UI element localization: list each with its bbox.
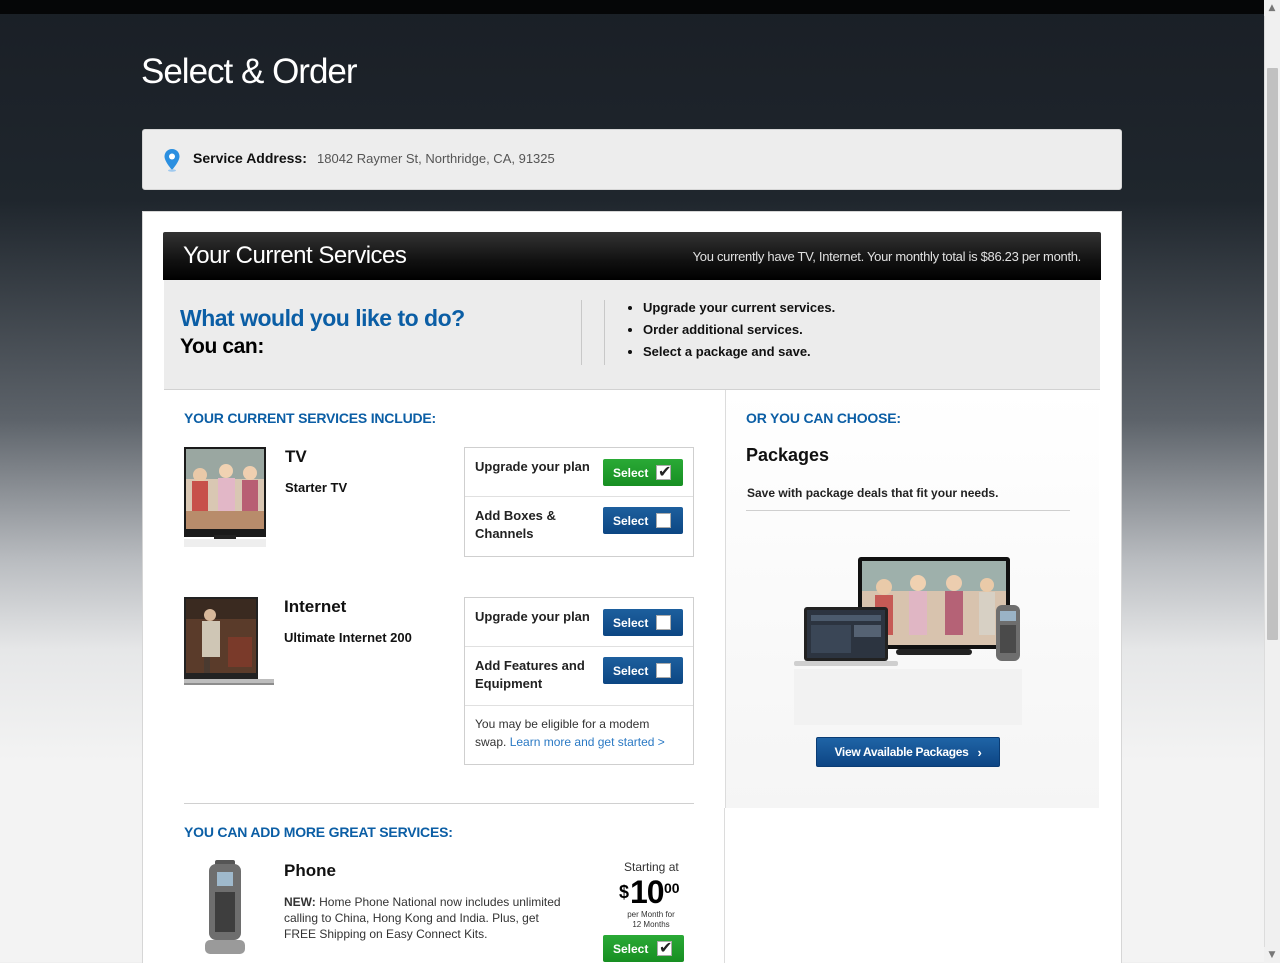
option-item: Order additional services.: [643, 322, 835, 337]
scrollbar[interactable]: ▲ ▼: [1264, 0, 1280, 963]
select-label: Select: [613, 465, 649, 480]
current-services-header: Your Current Services You currently have…: [163, 232, 1101, 280]
you-can-label: You can:: [180, 335, 264, 358]
current-services-heading: YOUR CURRENT SERVICES INCLUDE:: [184, 410, 436, 426]
price-term: per Month for 12 Months: [620, 910, 682, 930]
tv-image: [184, 447, 266, 547]
internet-upgrade-select-button[interactable]: Select: [603, 609, 683, 636]
address-label: Service Address:: [193, 150, 307, 166]
address-value: 18042 Raymer St, Northridge, CA, 91325: [317, 151, 555, 166]
option-item: Upgrade your current services.: [643, 300, 835, 315]
browser-top-bar: [0, 0, 1264, 14]
column-divider: [724, 808, 725, 963]
internet-laptop-image: [184, 597, 274, 685]
phone-select-button[interactable]: Select ✔: [603, 935, 684, 962]
modem-swap-note: You may be eligible for a modem swap. Le…: [475, 715, 683, 751]
location-pin-icon: [164, 149, 180, 172]
checkbox-checked-icon: ✔: [657, 938, 673, 957]
price-term-line1: per Month for: [627, 910, 675, 919]
scroll-down-arrow-icon[interactable]: ▼: [1264, 947, 1280, 963]
service-address-box: Service Address: 18042 Raymer St, Northr…: [142, 129, 1122, 190]
scroll-up-arrow-icon[interactable]: ▲: [1264, 0, 1280, 16]
starting-at-label: Starting at: [624, 860, 679, 874]
select-label: Select: [613, 663, 649, 678]
packages-title: Packages: [746, 445, 830, 465]
select-label: Select: [613, 941, 649, 956]
option-item: Select a package and save.: [643, 344, 835, 359]
checkbox-checked-icon: ✔: [656, 462, 672, 481]
options-list: Upgrade your current services. Order add…: [627, 300, 835, 366]
tv-boxes-select-button[interactable]: Select: [603, 507, 683, 534]
checkbox-icon: [656, 615, 671, 630]
what-to-do-panel: What would you like to do? You can: Upgr…: [164, 280, 1100, 390]
modem-swap-link[interactable]: Learn more and get started >: [510, 735, 665, 749]
section-divider: [184, 803, 694, 804]
phone-desc-text: Home Phone National now includes unlimit…: [284, 895, 561, 941]
action-label: Add Boxes & Channels: [475, 508, 556, 541]
internet-plan-name: Ultimate Internet 200: [284, 630, 412, 645]
chevron-right-icon: ›: [977, 744, 982, 760]
select-label: Select: [613, 513, 649, 528]
tv-plan-name: Starter TV: [285, 480, 348, 495]
internet-actions-box: Upgrade your plan Select Add Features an…: [464, 597, 694, 765]
tv-boxes-row: Add Boxes & Channels Select: [465, 497, 693, 556]
page-title: Select & Order: [141, 52, 358, 91]
packages-desc: Save with package deals that fit your ne…: [747, 486, 999, 500]
internet-features-row: Add Features and Equipment Select: [465, 647, 693, 706]
price-term-line2: 12 Months: [632, 920, 670, 929]
new-badge: NEW:: [284, 895, 316, 909]
add-more-heading: YOU CAN ADD MORE GREAT SERVICES:: [184, 824, 453, 840]
or-choose-heading: OR YOU CAN CHOOSE:: [746, 410, 901, 426]
internet-service-name: Internet: [284, 597, 347, 616]
what-question: What would you like to do?: [180, 305, 465, 331]
modem-swap-row: You may be eligible for a modem swap. Le…: [465, 706, 693, 764]
monthly-summary: You currently have TV, Internet. Your mo…: [692, 249, 1082, 264]
tv-service-name: TV: [285, 447, 307, 466]
tv-upgrade-select-button[interactable]: Select ✔: [603, 459, 683, 486]
price-cents: 00: [664, 880, 680, 896]
action-label: Upgrade your plan: [475, 459, 590, 474]
divider: [746, 510, 1070, 511]
view-packages-button[interactable]: View Available Packages ›: [816, 737, 1000, 767]
divider: [581, 300, 582, 365]
packages-panel: OR YOU CAN CHOOSE: Packages Save with pa…: [725, 390, 1099, 808]
scroll-thumb[interactable]: [1267, 68, 1278, 640]
checkbox-icon: [656, 513, 671, 528]
internet-features-select-button[interactable]: Select: [603, 657, 683, 684]
current-services-title: Your Current Services: [183, 242, 407, 269]
checkmark-icon: ✔: [659, 938, 673, 957]
select-label: Select: [613, 615, 649, 630]
internet-upgrade-row: Upgrade your plan Select: [465, 598, 693, 647]
price-currency: $: [619, 882, 630, 902]
checkmark-icon: ✔: [658, 462, 672, 481]
view-packages-label: View Available Packages: [834, 745, 969, 759]
phone-handset-image: [205, 860, 245, 954]
phone-desc: NEW: Home Phone National now includes un…: [284, 894, 574, 942]
packages-devices-image: [794, 557, 1022, 725]
divider: [604, 300, 605, 365]
checkbox-icon: [656, 663, 671, 678]
action-label: Add Features and Equipment: [475, 658, 585, 691]
action-label: Upgrade your plan: [475, 609, 590, 624]
tv-upgrade-row: Upgrade your plan Select ✔: [465, 448, 693, 497]
price-main: 10: [630, 874, 665, 910]
phone-service-name: Phone: [284, 861, 336, 880]
tv-actions-box: Upgrade your plan Select ✔ Add Boxes & C…: [464, 447, 694, 557]
